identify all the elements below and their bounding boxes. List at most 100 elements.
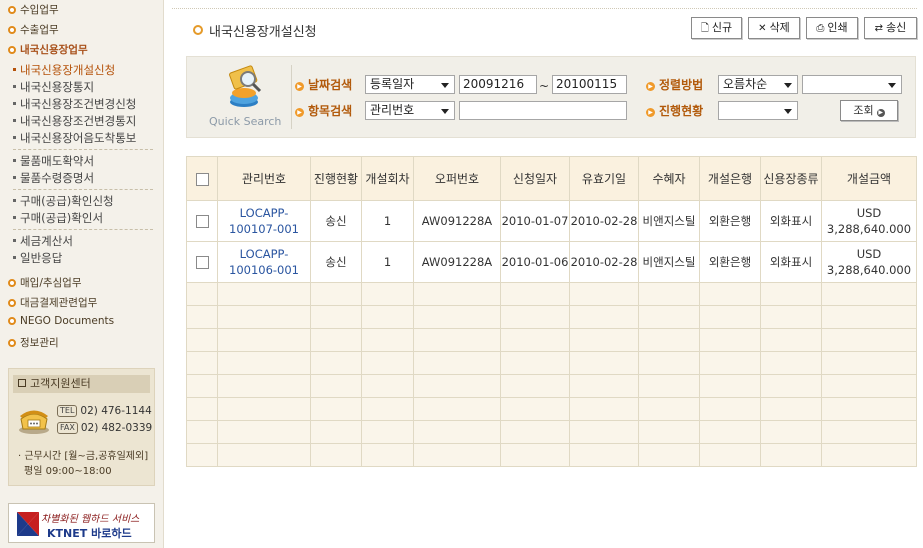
currency: USD — [856, 206, 882, 220]
menu-local-lc[interactable]: 내국신용장업무 — [8, 42, 88, 57]
banner-tagline: 차별화된 웹하드 서비스 — [41, 514, 140, 525]
column-header-bank[interactable]: 개설은행 — [699, 156, 761, 201]
print-button[interactable]: ⎙ 인쇄 — [806, 17, 858, 39]
dot-icon — [13, 136, 16, 139]
submenu-receipt-certificate[interactable]: 물품수령증명서 — [13, 170, 94, 186]
item-type-select[interactable]: 관리번호 — [365, 101, 455, 120]
panel-divider — [291, 65, 292, 129]
row-checkbox-cell[interactable] — [186, 200, 218, 242]
round-cell: 1 — [361, 200, 414, 242]
column-header-amount[interactable]: 개설금액 — [821, 156, 917, 201]
submenu-lc-bill-arrival[interactable]: 내국신용장어음도착통보 — [13, 130, 136, 146]
submenu-purchase-confirmation[interactable]: 구매(공급)확인서 — [13, 210, 103, 226]
menu-bullet-icon — [8, 26, 16, 34]
send-button[interactable]: ⇄ 송신 — [864, 17, 917, 39]
submenu-lc-amend-notice[interactable]: 내국신용장조건변경통지 — [13, 113, 136, 129]
webhard-banner[interactable]: 차별화된 웹하드 서비스 KTNET 바로하드 — [8, 503, 155, 543]
submenu-label: 내국신용장조건변경신청 — [20, 97, 137, 111]
dot-icon — [13, 119, 16, 122]
tel-number: 02) 476-1144 — [80, 405, 152, 417]
column-header-expiry[interactable]: 유효기일 — [569, 156, 639, 201]
square-icon — [18, 379, 26, 387]
sort-method-label: ▶ 정렬방법 — [646, 76, 703, 93]
chevron-down-icon — [784, 109, 792, 114]
menu-payment[interactable]: 대금결제관련업무 — [8, 295, 97, 310]
row-checkbox[interactable] — [195, 215, 209, 228]
dot-icon — [13, 176, 16, 179]
printer-icon: ⎙ — [816, 23, 825, 34]
new-button[interactable]: 🗋 신규 — [691, 17, 742, 39]
menu-bullet-icon — [8, 299, 16, 307]
column-header-status[interactable]: 진행현황 — [310, 156, 362, 201]
item-search-input[interactable] — [459, 101, 627, 120]
menu-info-management[interactable]: 정보관리 — [8, 335, 59, 350]
apply-date-cell: 2010-01-06 — [500, 241, 570, 283]
delete-button[interactable]: ✕ 삭제 — [748, 17, 800, 39]
arrow-bullet-icon: ▶ — [295, 82, 304, 91]
quick-search-logo: Quick Search — [199, 63, 289, 131]
button-label: 조회 — [853, 104, 874, 117]
select-all-cell[interactable] — [186, 156, 218, 201]
column-header-lc-type[interactable]: 신용장종류 — [760, 156, 822, 201]
date-range-separator: ~ — [539, 79, 550, 93]
empty-row — [186, 351, 917, 375]
working-hours-value: 평일 09:00~18:00 — [24, 466, 112, 477]
submenu-lc-amend-request[interactable]: 내국신용장조건변경신청 — [13, 96, 136, 112]
arrow-bullet-icon: ▶ — [646, 108, 655, 117]
empty-row — [186, 420, 917, 444]
fax-line: FAX 02) 482-0339 — [57, 422, 152, 434]
column-header-beneficiary[interactable]: 수혜자 — [638, 156, 700, 201]
row-checkbox-cell[interactable] — [186, 241, 218, 283]
page-title: 내국신용장개설신청 — [209, 25, 317, 40]
arrow-bullet-icon: ▶ — [646, 82, 655, 91]
sort-field-select[interactable] — [802, 75, 902, 94]
amount: 3,288,640.000 — [826, 222, 912, 236]
separator — [13, 229, 153, 230]
select-all-checkbox[interactable] — [195, 172, 209, 186]
dot-icon — [13, 85, 16, 88]
progress-status-select[interactable] — [718, 101, 798, 120]
menu-nego-documents[interactable]: NEGO Documents — [8, 315, 114, 327]
table-row[interactable]: LOCAPP-100107-001 송신 1 AW091228A 2010-01… — [186, 200, 917, 242]
title-bullet-icon — [193, 25, 203, 35]
submenu-label: 물품수령증명서 — [20, 171, 95, 185]
column-header-mgmt-no[interactable]: 관리번호 — [217, 156, 311, 201]
submenu-label: 세금계산서 — [20, 234, 73, 248]
empty-row — [186, 443, 917, 467]
column-header-apply-date[interactable]: 신청일자 — [500, 156, 570, 201]
search-button[interactable]: 조회 ▶ — [840, 100, 898, 121]
table-row[interactable]: LOCAPP-100106-001 송신 1 AW091228A 2010-01… — [186, 241, 917, 283]
button-label: 신규 — [711, 21, 733, 34]
submenu-general-response[interactable]: 일반응답 — [13, 250, 62, 266]
menu-export[interactable]: 수출업무 — [8, 22, 59, 37]
round-cell: 1 — [361, 241, 414, 283]
menu-label: NEGO Documents — [20, 315, 115, 327]
date-from-input[interactable]: 20091216 — [459, 75, 537, 94]
label-text: 정렬방법 — [659, 78, 704, 92]
menu-import[interactable]: 수입업무 — [8, 2, 59, 17]
dot-icon — [13, 239, 16, 242]
chevron-down-icon — [441, 83, 449, 88]
submenu-tax-invoice[interactable]: 세금계산서 — [13, 233, 73, 249]
row-checkbox[interactable] — [195, 256, 209, 269]
dot-icon — [13, 102, 16, 105]
submenu-lc-open-request[interactable]: 내국신용장개설신청 — [13, 62, 115, 78]
mgmt-no-link[interactable]: LOCAPP-100106-001 — [229, 247, 299, 277]
column-header-offer-no[interactable]: 오퍼번호 — [413, 156, 501, 201]
submenu-sales-confirmation[interactable]: 물품매도확약서 — [13, 153, 94, 169]
column-header-round[interactable]: 개설회차 — [361, 156, 414, 201]
button-label: 송신 — [886, 21, 907, 34]
submenu-label: 내국신용장개설신청 — [20, 63, 116, 77]
sort-order-select[interactable]: 오름차순 — [718, 75, 798, 94]
mgmt-no-cell[interactable]: LOCAPP-100106-001 — [217, 241, 311, 283]
date-type-select[interactable]: 등록일자 — [365, 75, 455, 94]
submenu-purchase-request[interactable]: 구매(공급)확인신청 — [13, 193, 114, 209]
menu-bullet-icon — [8, 317, 16, 325]
button-label: 인쇄 — [827, 21, 848, 34]
separator — [13, 149, 153, 150]
submenu-lc-notice[interactable]: 내국신용장통지 — [13, 79, 94, 95]
mgmt-no-link[interactable]: LOCAPP-100107-001 — [229, 206, 299, 236]
mgmt-no-cell[interactable]: LOCAPP-100107-001 — [217, 200, 311, 242]
date-to-input[interactable]: 20100115 — [552, 75, 627, 94]
menu-purchase-collection[interactable]: 매입/추심업무 — [8, 275, 82, 290]
